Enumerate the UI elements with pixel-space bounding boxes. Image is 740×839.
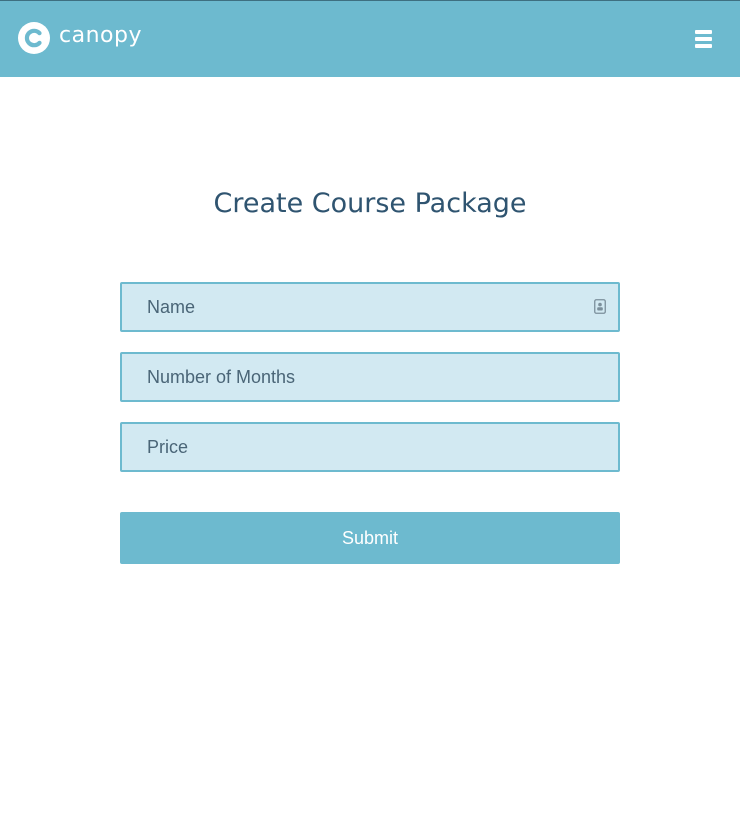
brand-link[interactable]: canopy — [18, 22, 142, 54]
name-field-wrapper — [120, 282, 620, 332]
submit-button[interactable]: Submit — [120, 512, 620, 564]
menu-bar-top — [695, 30, 712, 34]
hamburger-menu-icon[interactable] — [695, 30, 712, 49]
canopy-logo-icon — [18, 22, 50, 54]
contact-card-icon[interactable] — [594, 299, 606, 314]
price-field-wrapper — [120, 422, 620, 472]
months-field-wrapper — [120, 352, 620, 402]
page-title: Create Course Package — [213, 188, 527, 219]
menu-bar-middle — [695, 37, 712, 41]
name-input[interactable] — [122, 284, 618, 330]
number-of-months-input[interactable] — [122, 354, 618, 400]
top-navbar: canopy — [0, 0, 740, 77]
brand-name: canopy — [59, 23, 142, 48]
menu-bar-bottom — [695, 44, 712, 48]
price-input[interactable] — [122, 424, 618, 470]
